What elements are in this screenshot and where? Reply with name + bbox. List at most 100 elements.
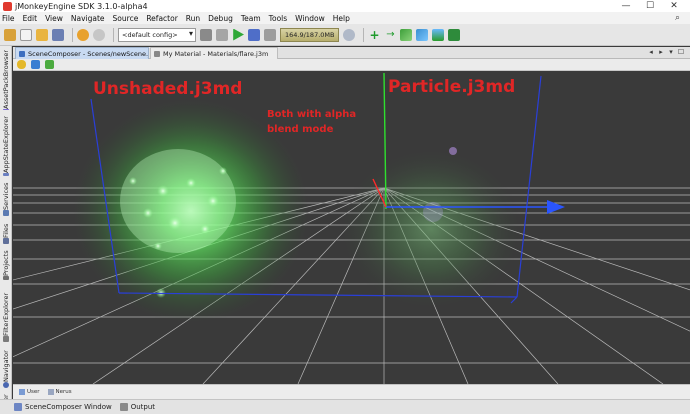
close-button[interactable]: ✕ [662,0,686,12]
menu-team[interactable]: Team [241,14,261,23]
title-bar: jMonkeyEngine SDK 3.1.0-alpha4 — ☐ ✕ [0,0,690,12]
tab-scenecomposer[interactable]: SceneComposer - Scenes/newScene.j3o [15,47,149,59]
search-icon[interactable]: ⌕ [675,13,680,23]
sidebar-tab-label: Projects [2,250,10,276]
build-hammer-icon[interactable] [200,28,212,41]
unshaded-annotation: Unshaded.j3md [93,79,243,99]
app-logo-icon [3,1,12,11]
sidebar-tab-label: Files [2,223,10,238]
memory-indicator[interactable]: 164.9/187.0MB [280,27,340,42]
bottom-item-label: User [27,389,40,395]
sidebar-tab-files[interactable]: Files [1,222,11,246]
editor-tabstrip: SceneComposer - Scenes/newScene.j3o My M… [13,47,690,59]
menu-run[interactable]: Run [186,14,200,23]
profile-icon[interactable] [264,28,276,41]
bottom-item-label: Nerus [55,389,72,395]
bottom-item-nerus[interactable]: Nerus [47,389,72,395]
menu-file[interactable]: File [2,14,15,23]
sidebar-tab-navigator[interactable]: Navigator [1,350,11,390]
new-project-icon[interactable] [4,28,16,41]
tab-label: My Material - Materials/flare.j3m [163,49,269,58]
sidebar-tab-filterexplorer[interactable]: FilterExplorer [1,292,11,344]
user-icon [19,389,25,395]
status-output[interactable]: Output [119,403,156,411]
alpha-blend-note-line2: blend mode [267,124,334,135]
package-icon [3,109,9,110]
alpha-blend-note-line1: Both with alpha [267,109,357,120]
sidebar-tab-projects[interactable]: Projects [1,250,11,282]
scene-icon [19,50,25,57]
window-title: jMonkeyEngine SDK 3.1.0-alpha4 [15,1,148,11]
open-project-icon[interactable] [36,28,48,41]
status-bar: SceneComposer Window Output [0,399,690,414]
tab-list-button[interactable]: ▾ [666,48,676,56]
sidebar-tab-services[interactable]: Services [1,182,11,218]
menu-source[interactable]: Source [113,14,139,23]
debug-icon[interactable] [248,28,260,41]
clean-build-icon[interactable] [216,28,228,41]
config-select-value: <default config> [122,30,178,39]
window-controls: — ☐ ✕ [614,0,686,12]
memory-value: 164.9/187.0MB [285,30,335,39]
restore-window-button[interactable]: ☐ [676,48,686,56]
menu-edit[interactable]: Edit [23,14,38,23]
tab-navigation: ◂ ▸ ▾ ☐ [646,48,686,56]
main-toolbar: <default config> 164.9/187.0MB + → [0,24,690,46]
sidebar-tab-assetpackbrowser[interactable]: AssetPackBrowser [1,50,11,112]
sidebar-tab-label: Navigator [2,350,10,382]
services-icon [3,210,9,216]
material-icon [154,50,160,57]
menu-window[interactable]: Window [295,14,325,23]
tab-material[interactable]: My Material - Materials/flare.j3m [150,47,278,59]
nerus-icon [47,389,54,395]
run-play-icon[interactable] [233,28,244,41]
light-bulb-icon[interactable] [17,60,26,69]
sidebar-tab-label: AssetPackBrowser [2,50,10,110]
scenecomposer-window-icon [14,403,22,411]
sidebar-tab-appstateexplorer[interactable]: AppStateExplorer [1,116,11,178]
sidebar-tab-label: FilterExplorer [2,292,10,336]
navigator-icon [3,382,9,388]
scene-toolbar [13,59,690,71]
files-icon [3,238,9,244]
bottom-item-user[interactable]: User [19,389,40,395]
particle-annotation: Particle.j3md [388,77,516,97]
filter-icon [3,336,9,342]
maximize-button[interactable]: ☐ [638,0,662,12]
camera-view-icon[interactable] [31,60,40,69]
menu-debug[interactable]: Debug [208,14,233,23]
menu-help[interactable]: Help [333,14,350,23]
tab-scroll-left-button[interactable]: ◂ [646,48,656,56]
landscape-icon[interactable] [432,28,445,41]
menu-tools[interactable]: Tools [269,14,287,23]
status-item-label: Output [130,403,156,411]
redo-icon[interactable] [93,28,105,41]
config-select[interactable]: <default config> [118,27,196,42]
status-item-label: SceneComposer Window [25,403,112,411]
undo-icon[interactable] [77,28,89,41]
menu-refactor[interactable]: Refactor [146,14,177,23]
terrain-icon[interactable] [400,28,413,41]
garbage-collect-icon[interactable] [343,28,356,41]
bottom-panel-strip: User Nerus [13,384,690,399]
tab-scroll-right-button[interactable]: ▸ [656,48,666,56]
menu-navigate[interactable]: Navigate [71,14,105,23]
new-file-icon[interactable] [20,28,32,41]
alpha-blend-note: Both with alpha blend mode [267,107,356,137]
grid-toggle-icon[interactable] [45,60,54,69]
status-scenecomposer-window[interactable]: SceneComposer Window [14,403,112,411]
add-node-icon[interactable]: + [368,29,380,41]
arrow-tool-icon[interactable]: → [384,29,396,41]
projects-icon [3,275,9,280]
state-icon [3,172,9,176]
robot-icon[interactable] [448,28,461,41]
ide-window: jMonkeyEngine SDK 3.1.0-alpha4 — ☐ ✕ Fil… [0,0,690,414]
menu-view[interactable]: View [45,14,63,23]
sidebar-tab-label: AppStateExplorer [2,116,10,173]
save-all-icon[interactable] [52,28,64,41]
tab-label: SceneComposer - Scenes/newScene.j3o [28,49,149,58]
minimize-button[interactable]: — [614,0,638,12]
sidebar-tab-label: Services [2,182,10,210]
curve-icon[interactable] [416,28,429,41]
scene-viewport[interactable]: Unshaded.j3md Particle.j3md Both with al… [13,71,690,384]
